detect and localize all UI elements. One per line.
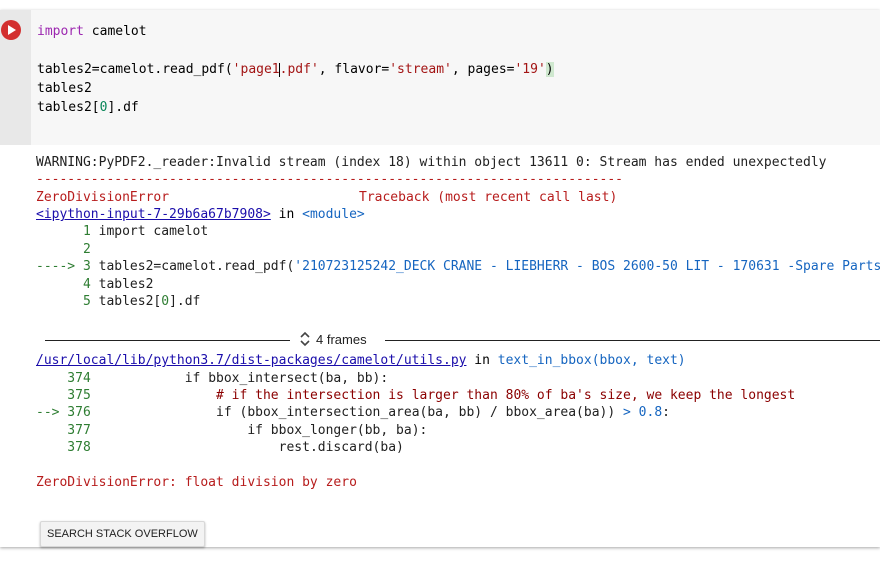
input-reference: <ipython-input-7-29b6a67b7908> in <modul…	[36, 207, 365, 222]
run-cell-button[interactable]	[1, 20, 21, 40]
utils-file-link[interactable]: /usr/local/lib/python3.7/dist-packages/c…	[36, 353, 466, 368]
final-error-message: ZeroDivisionError: float division by zer…	[36, 475, 357, 490]
tb-line-4: 4 tables2	[36, 277, 154, 292]
code-editor[interactable]: import camelot tables2=camelot.read_pdf(…	[31, 10, 880, 145]
tb2-line-375: 375 # if the intersection is larger than…	[36, 388, 796, 403]
frames-divider-right	[385, 340, 880, 341]
code-line-5: tables2[0].df	[37, 100, 139, 115]
unfold-icon	[300, 331, 310, 347]
frames-label: 4 frames	[316, 331, 367, 347]
tb2-line-374: 374 if bbox_intersect(ba, bb):	[36, 371, 389, 386]
tb2-line-376: --> 376 if (bbox_intersection_area(ba, b…	[36, 405, 670, 420]
warning-line: WARNING:PyPDF2._reader:Invalid stream (i…	[36, 155, 827, 170]
traceback-label: Traceback (most recent call last)	[359, 190, 618, 205]
tb-line-1: 1 import camelot	[36, 224, 209, 239]
tb-line-3: ----> 3 tables2=camelot.read_pdf('210723…	[36, 259, 880, 274]
code-line-4: tables2	[37, 81, 92, 96]
tb2-line-378: 378 rest.discard(ba)	[36, 440, 404, 455]
tb2-line-377: 377 if bbox_longer(bb, ba):	[36, 423, 428, 438]
dash-separator: ----------------------------------------…	[36, 172, 623, 187]
code-line-1: import camelot	[37, 24, 147, 39]
code-line-3: tables2=camelot.read_pdf('page1.pdf', fl…	[37, 62, 554, 77]
search-stack-overflow-button[interactable]: SEARCH STACK OVERFLOW	[40, 521, 205, 547]
utils-reference: /usr/local/lib/python3.7/dist-packages/c…	[36, 353, 686, 368]
tb-line-2: 2	[36, 242, 99, 257]
frames-divider-left	[45, 340, 290, 341]
collapsed-frames-toggle[interactable]: 4 frames	[300, 331, 367, 347]
ipython-input-link[interactable]: <ipython-input-7-29b6a67b7908>	[36, 207, 271, 222]
tb-line-5: 5 tables2[0].df	[36, 294, 201, 309]
cell-gutter	[0, 10, 31, 145]
code-cell: import camelot tables2=camelot.read_pdf(…	[0, 10, 880, 547]
error-name: ZeroDivisionError	[36, 190, 170, 205]
